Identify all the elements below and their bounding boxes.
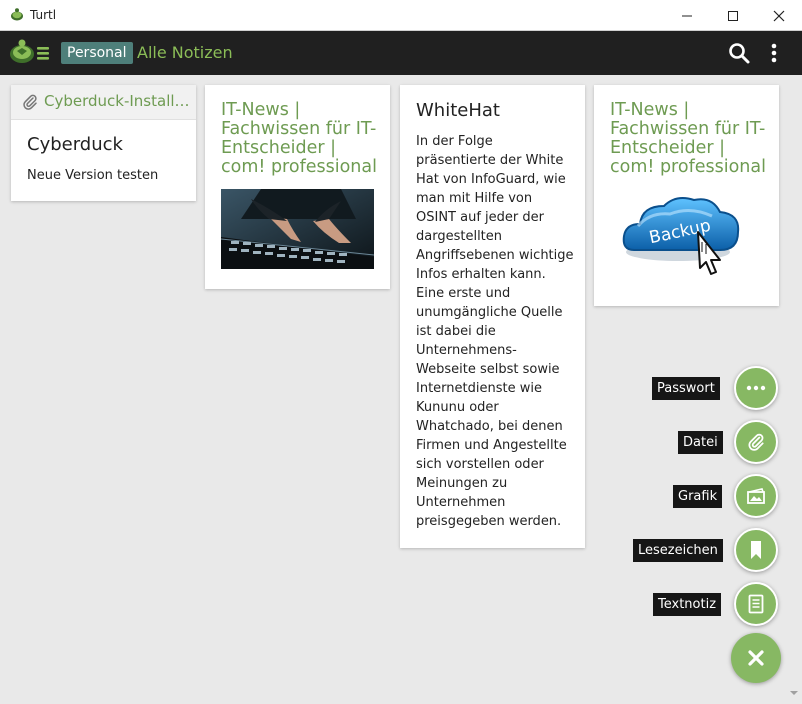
bookmark-icon [751, 541, 761, 559]
file-name: Cyberduck-Installer.exe [44, 92, 194, 110]
text-note-icon [748, 594, 764, 614]
more-vertical-icon[interactable] [766, 41, 782, 65]
fab-label-grafik[interactable]: Grafik [673, 485, 723, 508]
paperclip-icon [748, 433, 764, 451]
note-text: Neue Version testen [27, 168, 159, 183]
note-card-link[interactable]: IT-News | Fachwissen für IT-Entscheider … [205, 85, 390, 289]
scroll-down-arrow-icon[interactable] [789, 689, 799, 697]
note-card-text[interactable]: WhiteHat In der Folge präsentierte der W… [400, 85, 585, 548]
note-title: WhiteHat [416, 100, 500, 121]
more-horizontal-icon [746, 385, 766, 391]
add-file-button[interactable] [734, 420, 778, 464]
paperclip-icon [23, 94, 37, 110]
minimize-button[interactable] [664, 0, 710, 31]
close-add-menu-button[interactable] [731, 633, 781, 683]
window-titlebar: Turtl [0, 0, 802, 31]
search-icon[interactable] [727, 41, 751, 65]
add-bookmark-button[interactable] [734, 528, 778, 572]
image-icon [747, 488, 765, 504]
add-text-note-button[interactable] [734, 582, 778, 626]
fab-label-passwort[interactable]: Passwort [652, 377, 720, 400]
close-icon [773, 10, 785, 21]
note-card-link[interactable]: IT-News | Fachwissen für IT-Entscheider … [594, 85, 779, 306]
maximize-icon [728, 10, 738, 21]
fab-label-datei[interactable]: Datei [678, 431, 723, 454]
fab-label-textnotiz[interactable]: Textnotiz [653, 593, 722, 616]
turtl-logo-menu-icon[interactable] [8, 38, 50, 68]
minimize-icon [682, 15, 692, 16]
close-icon [748, 650, 764, 666]
window-title: Turtl [30, 8, 57, 22]
fab-label-lesezeichen[interactable]: Lesezeichen [633, 539, 723, 562]
note-card-file[interactable]: Cyberduck-Installer.exe Cyberduck Neue V… [11, 85, 196, 201]
space-badge[interactable]: Personal [61, 42, 133, 64]
turtle-app-icon [11, 8, 23, 21]
close-window-button[interactable] [756, 0, 802, 31]
board-title[interactable]: Alle Notizen [137, 42, 233, 64]
add-image-button[interactable] [734, 474, 778, 518]
app-header: Personal Alle Notizen [0, 31, 802, 75]
file-attachment-header[interactable]: Cyberduck-Installer.exe [11, 85, 196, 120]
add-password-button[interactable] [734, 366, 778, 410]
note-body: In der Folge präsentierte der White Hat … [416, 134, 574, 529]
link-title: IT-News | Fachwissen für IT-Entscheider … [610, 100, 766, 177]
backup-cloud-image: Backup [622, 197, 740, 275]
note-title: Cyberduck [27, 134, 123, 155]
maximize-button[interactable] [710, 0, 756, 31]
keyboard-hands-image [221, 189, 374, 269]
link-title: IT-News | Fachwissen für IT-Entscheider … [221, 100, 377, 177]
